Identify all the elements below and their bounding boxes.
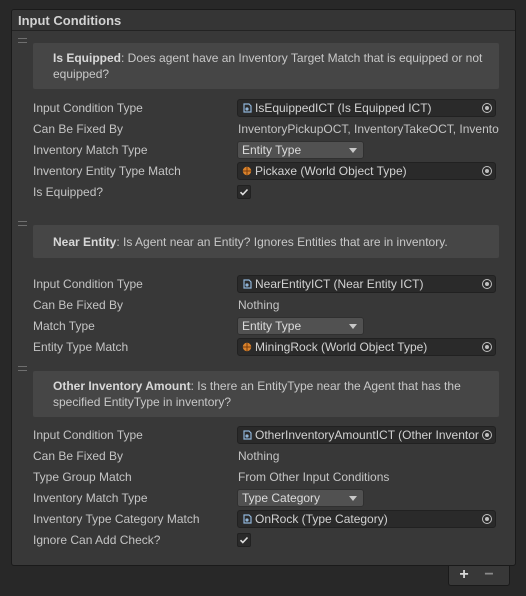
chevron-down-icon: [349, 148, 357, 153]
field-row-inventory-type-category-match: Inventory Type Category Match OnRock (Ty…: [33, 510, 499, 529]
field-value: Nothing: [238, 449, 280, 463]
chevron-down-icon: [349, 324, 357, 329]
field-row-can-be-fixed-by: Can Be Fixed By InventoryPickupOCT, Inve…: [33, 120, 499, 139]
remove-element-button[interactable]: −: [479, 566, 499, 584]
list-footer: + −: [448, 566, 510, 586]
field-value: NearEntityICT (Near Entity ICT): [255, 277, 424, 291]
list-title: Input Conditions: [18, 13, 122, 28]
field-label: Is Equipped?: [33, 185, 104, 199]
dropdown-value: Entity Type: [242, 143, 302, 157]
field-row-input-condition-type: Input Condition Type OtherInventoryAmoun…: [33, 426, 499, 445]
entity-type-icon: [242, 342, 252, 352]
entity-type-match-field[interactable]: MiningRock (World Object Type): [237, 338, 496, 356]
field-value: InventoryPickupOCT, InventoryTakeOCT, In…: [238, 122, 499, 136]
field-row-input-condition-type: Input Condition Type NearEntityICT (Near…: [33, 275, 499, 294]
dropdown-value: Type Category: [242, 491, 321, 505]
field-value: IsEquippedICT (Is Equipped ICT): [255, 101, 432, 115]
entity-type-icon: [242, 166, 252, 176]
input-condition-type-field[interactable]: IsEquippedICT (Is Equipped ICT): [237, 99, 496, 117]
chevron-down-icon: [349, 496, 357, 501]
drag-handle-icon[interactable]: [18, 221, 27, 226]
input-conditions-list: Input Conditions Is Equipped: Does agent…: [11, 9, 516, 566]
field-label: Input Condition Type: [33, 277, 143, 291]
list-header[interactable]: Input Conditions: [12, 10, 515, 31]
list-element-other-inventory-amount: Other Inventory Amount: Is there an Enti…: [12, 366, 515, 561]
inventory-match-type-dropdown[interactable]: Type Category: [237, 489, 364, 507]
field-row-inventory-match-type: Inventory Match Type Entity Type: [33, 141, 499, 160]
inventory-match-type-dropdown[interactable]: Entity Type: [237, 141, 364, 159]
field-label: Input Condition Type: [33, 101, 143, 115]
list-element-is-equipped: Is Equipped: Does agent have an Inventor…: [12, 38, 515, 214]
object-picker-icon[interactable]: [482, 342, 492, 352]
field-row-can-be-fixed-by: Can Be Fixed By Nothing: [33, 296, 499, 315]
inventory-type-category-match-field[interactable]: OnRock (Type Category): [237, 510, 496, 528]
script-icon: [243, 103, 252, 113]
field-label: Inventory Type Category Match: [33, 512, 200, 526]
object-picker-icon[interactable]: [482, 430, 492, 440]
field-label: Match Type: [33, 319, 95, 333]
help-name: Near Entity: [53, 234, 117, 249]
field-row-is-equipped: Is Equipped?: [33, 183, 499, 202]
ignore-can-add-check-checkbox[interactable]: [237, 533, 251, 547]
field-label: Inventory Match Type: [33, 491, 148, 505]
help-name: Other Inventory Amount: [53, 379, 191, 393]
object-picker-icon[interactable]: [482, 166, 492, 176]
field-value: OnRock (Type Category): [255, 512, 388, 526]
field-label: Type Group Match: [33, 470, 132, 484]
inventory-entity-type-match-field[interactable]: Pickaxe (World Object Type): [237, 162, 496, 180]
field-row-type-group-match: Type Group Match From Other Input Condit…: [33, 468, 499, 487]
script-icon: [243, 279, 252, 289]
script-icon: [243, 430, 252, 440]
field-label: Entity Type Match: [33, 340, 129, 354]
match-type-dropdown[interactable]: Entity Type: [237, 317, 364, 335]
drag-handle-icon[interactable]: [18, 366, 27, 371]
field-value: Pickaxe (World Object Type): [255, 164, 407, 178]
field-label: Can Be Fixed By: [33, 298, 124, 312]
is-equipped-checkbox[interactable]: [237, 185, 251, 199]
object-picker-icon[interactable]: [482, 514, 492, 524]
field-row-ignore-can-add-check: Ignore Can Add Check?: [33, 531, 499, 550]
field-row-inventory-match-type: Inventory Match Type Type Category: [33, 489, 499, 508]
input-condition-type-field[interactable]: OtherInventoryAmountICT (Other Inventory…: [237, 426, 496, 444]
field-value: From Other Input Conditions: [238, 470, 390, 484]
field-value: Nothing: [238, 298, 280, 312]
checkmark-icon: [239, 536, 249, 544]
help-text: : Is Agent near an Entity? Ignores Entit…: [116, 234, 448, 249]
input-condition-type-field[interactable]: NearEntityICT (Near Entity ICT): [237, 275, 496, 293]
list-element-near-entity: Near Entity: Is Agent near an Entity? Ig…: [12, 221, 515, 361]
field-label: Inventory Match Type: [33, 143, 148, 157]
field-label: Input Condition Type: [33, 428, 143, 442]
checkmark-icon: [239, 188, 249, 196]
field-label: Ignore Can Add Check?: [33, 533, 161, 547]
field-row-can-be-fixed-by: Can Be Fixed By Nothing: [33, 447, 499, 466]
object-picker-icon[interactable]: [482, 103, 492, 113]
field-label: Can Be Fixed By: [33, 122, 124, 136]
field-row-match-type: Match Type Entity Type: [33, 317, 499, 336]
field-label: Inventory Entity Type Match: [33, 164, 181, 178]
field-value: OtherInventoryAmountICT (Other Inventory…: [255, 428, 479, 442]
field-row-inventory-entity-type-match: Inventory Entity Type Match Pickaxe (Wor…: [33, 162, 499, 181]
dropdown-value: Entity Type: [242, 319, 302, 333]
help-box: Other Inventory Amount: Is there an Enti…: [33, 371, 499, 417]
script-icon: [243, 514, 252, 524]
field-value: MiningRock (World Object Type): [255, 340, 428, 354]
drag-handle-icon[interactable]: [18, 38, 27, 43]
field-row-input-condition-type: Input Condition Type IsEquippedICT (Is E…: [33, 99, 499, 118]
help-box: Is Equipped: Does agent have an Inventor…: [33, 43, 499, 89]
add-element-button[interactable]: +: [454, 566, 474, 584]
help-name: Is Equipped: [53, 51, 122, 65]
object-picker-icon[interactable]: [482, 279, 492, 289]
help-box: Near Entity: Is Agent near an Entity? Ig…: [33, 225, 499, 258]
field-label: Can Be Fixed By: [33, 449, 124, 463]
field-row-entity-type-match: Entity Type Match MiningRock (World Obje…: [33, 338, 499, 357]
